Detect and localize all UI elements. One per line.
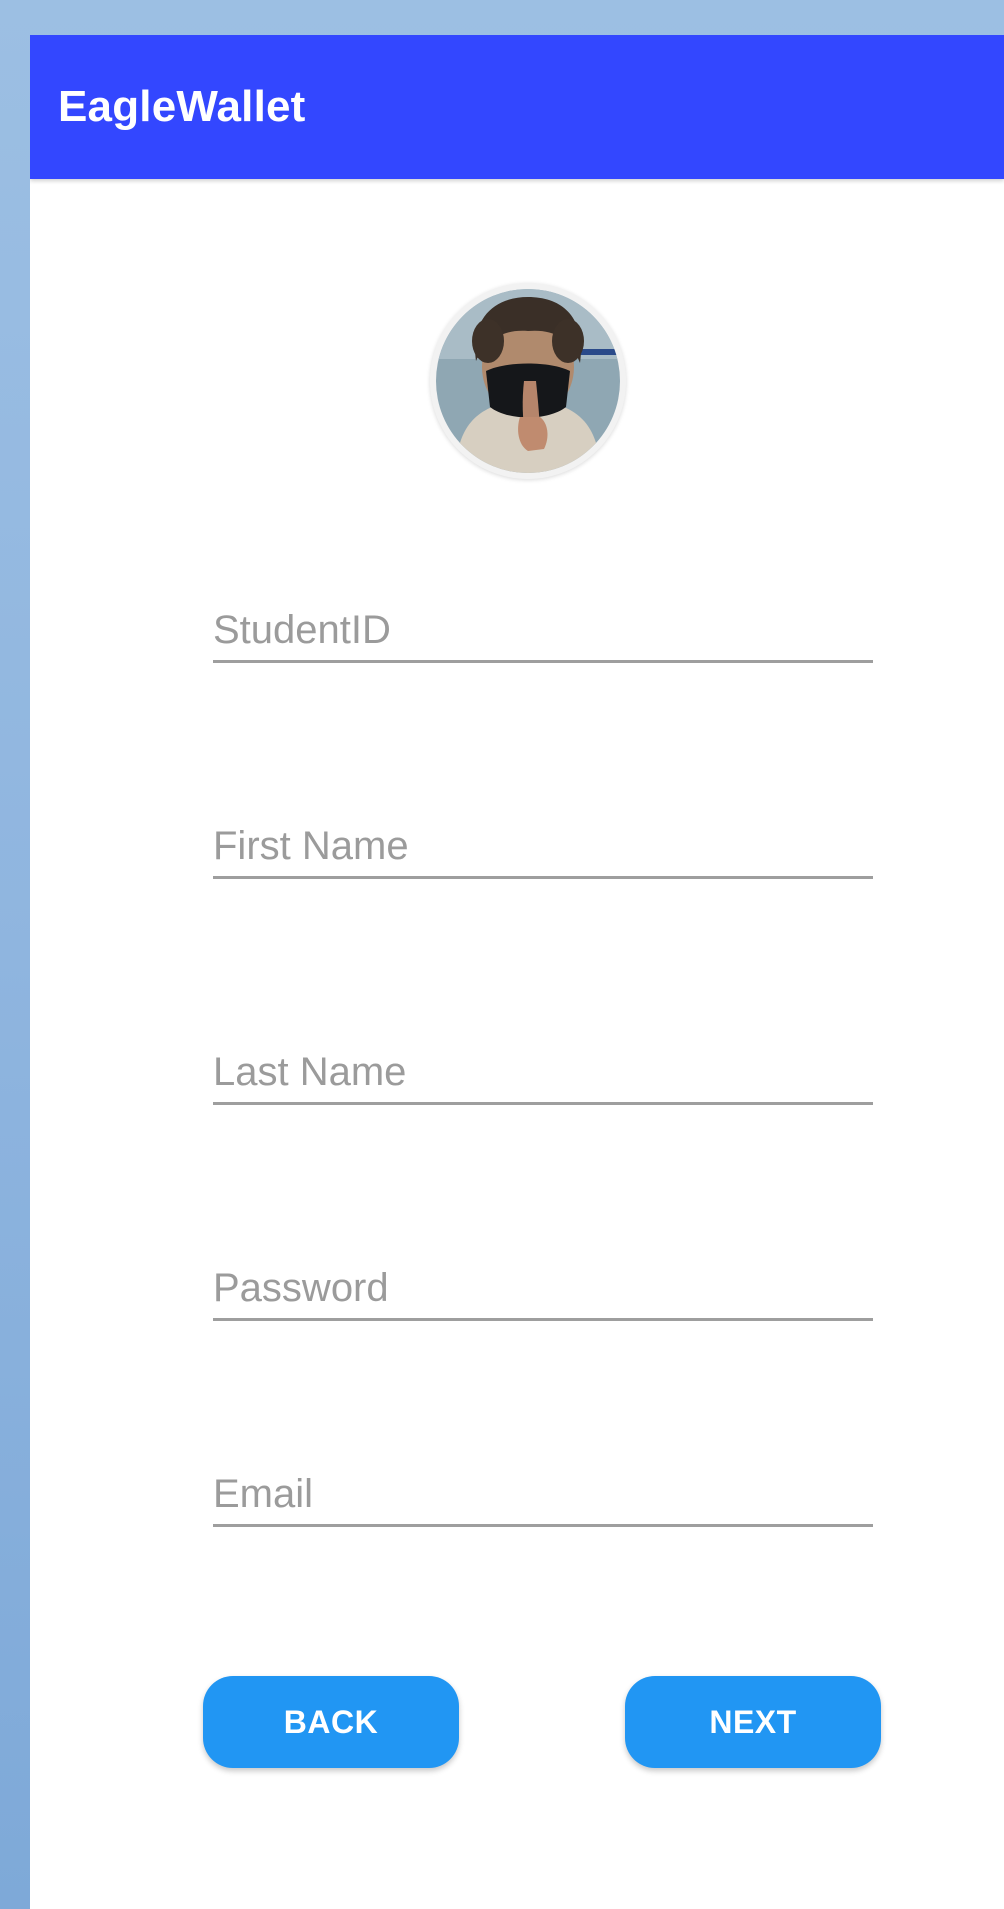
password-field[interactable]: Password bbox=[213, 1254, 873, 1321]
password-placeholder: Password bbox=[213, 1266, 389, 1310]
back-button[interactable]: BACK bbox=[203, 1676, 459, 1768]
first-name-field[interactable]: First Name bbox=[213, 812, 873, 879]
app-title: EagleWallet bbox=[58, 82, 306, 131]
profile-photo-icon bbox=[436, 289, 620, 473]
student-id-placeholder: StudentID bbox=[213, 608, 391, 652]
last-name-field[interactable]: Last Name bbox=[213, 1038, 873, 1105]
app-screen: EagleWallet StudentID First Name Last Na… bbox=[30, 35, 1004, 1909]
last-name-placeholder: Last Name bbox=[213, 1050, 407, 1094]
student-id-field[interactable]: StudentID bbox=[213, 596, 873, 663]
email-placeholder: Email bbox=[213, 1472, 314, 1516]
next-button[interactable]: NEXT bbox=[625, 1676, 881, 1768]
avatar[interactable] bbox=[430, 283, 626, 479]
first-name-placeholder: First Name bbox=[213, 824, 409, 868]
email-field[interactable]: Email bbox=[213, 1460, 873, 1527]
app-bar: EagleWallet bbox=[30, 35, 1004, 179]
